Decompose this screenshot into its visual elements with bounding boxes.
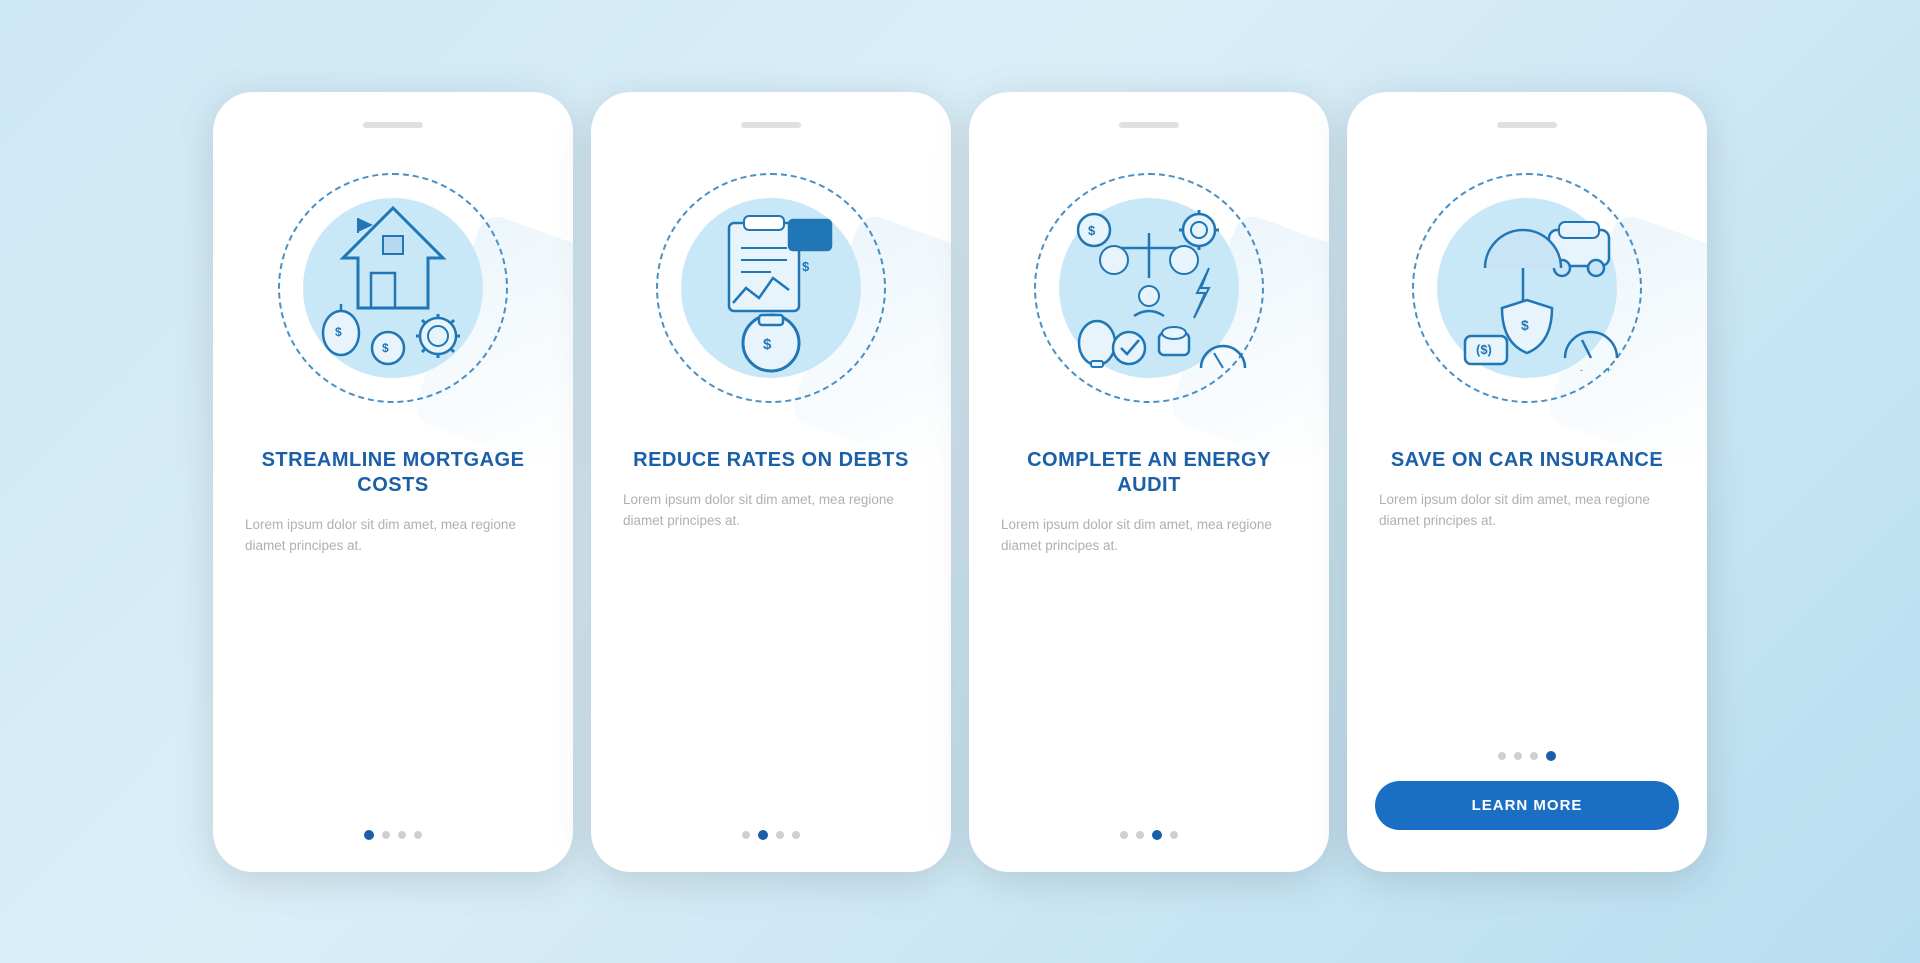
svg-text:$: $ [1521, 317, 1529, 333]
card-desc-3: Lorem ipsum dolor sit dim amet, mea regi… [997, 514, 1301, 557]
svg-text:$: $ [763, 336, 772, 353]
dot[interactable] [1498, 752, 1506, 760]
card-title-3: COMPLETE AN ENERGY AUDIT [997, 448, 1301, 498]
card-desc-1: Lorem ipsum dolor sit dim amet, mea regi… [241, 514, 545, 557]
dots-2 [742, 830, 800, 840]
dots-1 [364, 830, 422, 840]
debts-icon: $ $ [661, 178, 881, 398]
dot[interactable] [382, 831, 390, 839]
illustration-2: $ $ [631, 148, 911, 428]
dot[interactable] [398, 831, 406, 839]
dot-active[interactable] [1546, 751, 1556, 761]
card-title-1: STREAMLINE MORTGAGE COSTS [241, 448, 545, 498]
energy-icon: $ [1039, 178, 1259, 398]
dot[interactable] [1514, 752, 1522, 760]
dot-active[interactable] [364, 830, 374, 840]
card-1: $ $ STREAMLINE [213, 92, 573, 872]
dot[interactable] [1136, 831, 1144, 839]
svg-text:$: $ [382, 341, 389, 355]
phones-container: $ $ STREAMLINE [213, 92, 1707, 872]
card-2: $ $ REDUCE RATES ON DEBTS Lorem ipsum do… [591, 92, 951, 872]
dot[interactable] [1170, 831, 1178, 839]
card-title-2: REDUCE RATES ON DEBTS [633, 448, 909, 473]
dot[interactable] [1530, 752, 1538, 760]
dot[interactable] [792, 831, 800, 839]
card-3: $ COMPLETE AN ENERGY AUDIT Lorem ipsum d… [969, 92, 1329, 872]
dot-active[interactable] [758, 830, 768, 840]
dots-4 [1498, 751, 1556, 761]
svg-text:$: $ [802, 259, 810, 274]
svg-text:$: $ [1088, 223, 1096, 238]
illustration-1: $ $ [253, 148, 533, 428]
illustration-4: $ - + ($) [1387, 148, 1667, 428]
dot[interactable] [742, 831, 750, 839]
card-desc-2: Lorem ipsum dolor sit dim amet, mea regi… [619, 489, 923, 532]
dot-active[interactable] [1152, 830, 1162, 840]
svg-text:$: $ [335, 325, 342, 339]
svg-text:+: + [1606, 365, 1611, 375]
card-title-4: SAVE ON CAR INSURANCE [1391, 448, 1663, 473]
mortgage-icon: $ $ [283, 178, 503, 398]
dots-3 [1120, 830, 1178, 840]
dot[interactable] [1120, 831, 1128, 839]
illustration-3: $ [1009, 148, 1289, 428]
card-desc-4: Lorem ipsum dolor sit dim amet, mea regi… [1375, 489, 1679, 532]
dot[interactable] [776, 831, 784, 839]
card-4: $ - + ($) SAVE ON CAR INSURANCE Lorem ip… [1347, 92, 1707, 872]
svg-text:($): ($) [1476, 342, 1492, 357]
learn-more-button[interactable]: LEARN MORE [1375, 781, 1679, 830]
dot[interactable] [414, 831, 422, 839]
svg-text:-: - [1580, 365, 1583, 375]
car-insurance-icon: $ - + ($) [1417, 178, 1637, 398]
